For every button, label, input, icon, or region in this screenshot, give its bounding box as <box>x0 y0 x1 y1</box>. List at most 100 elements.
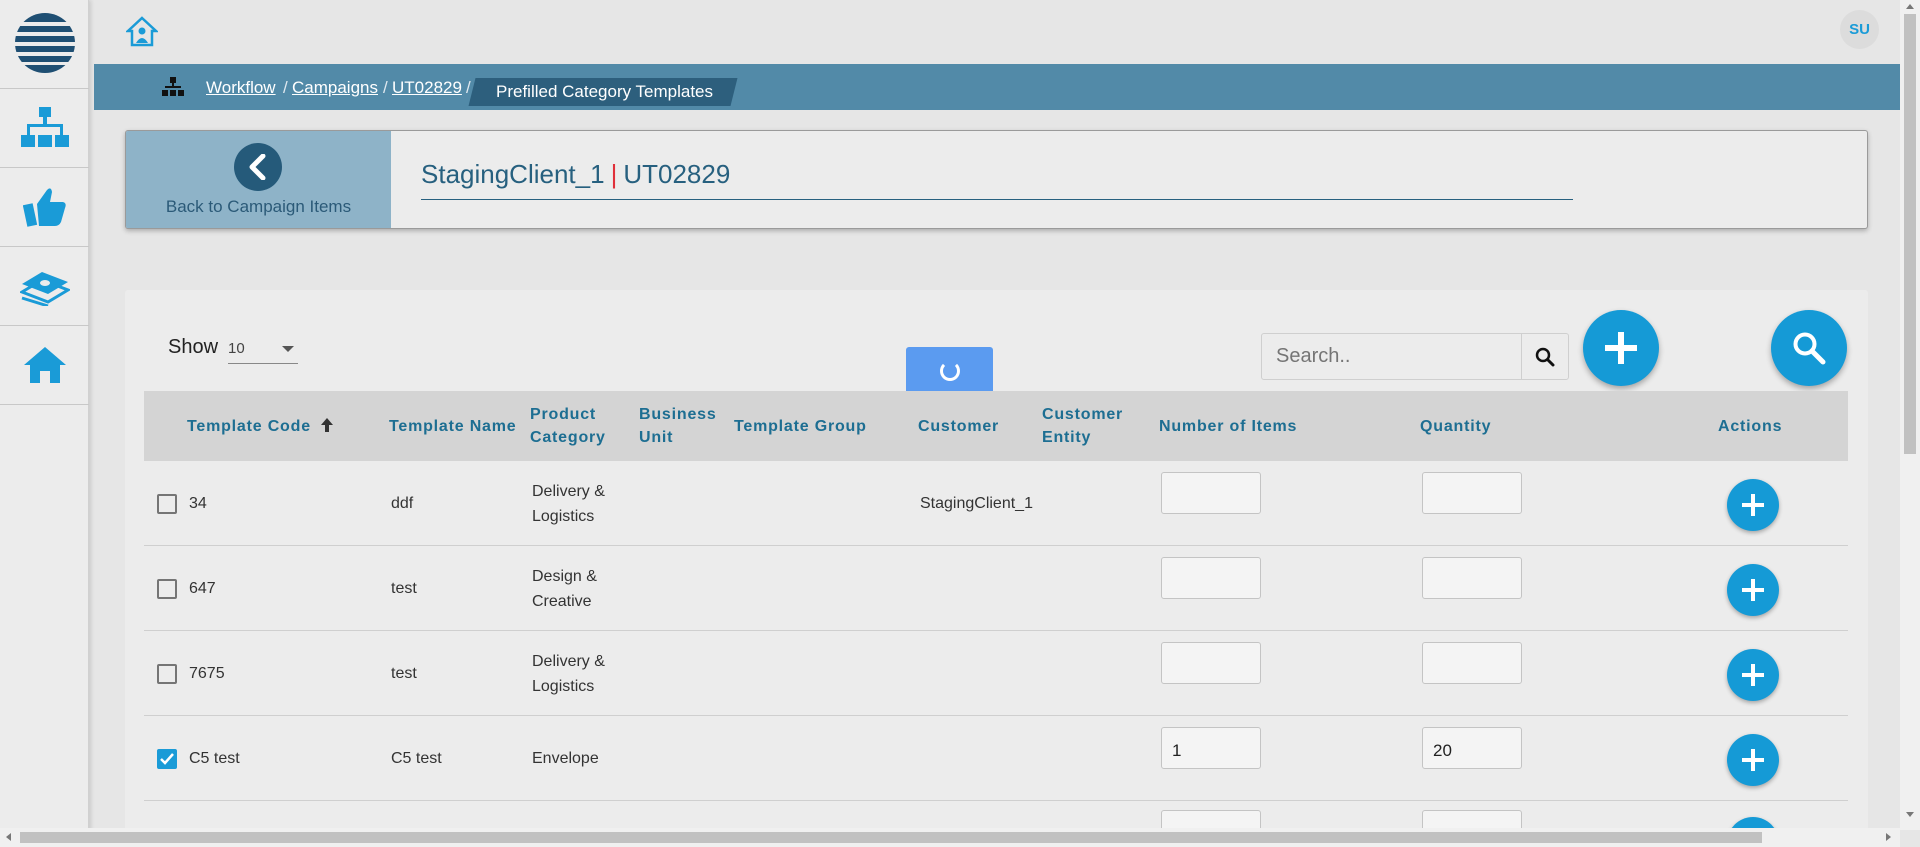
plus-icon <box>1605 332 1637 364</box>
horizontal-scroll-thumb[interactable] <box>20 832 1762 843</box>
breadcrumb-link-campaign[interactable]: UT02829 <box>392 78 462 98</box>
home-icon <box>23 347 66 383</box>
vertical-scrollbar[interactable] <box>1900 0 1920 830</box>
page-title: StagingClient_1 | UT02829 <box>421 159 730 190</box>
table-row: 7675 test Delivery & Logistics <box>144 632 1848 716</box>
search-input[interactable] <box>1261 333 1523 380</box>
quantity-input[interactable] <box>1422 642 1522 684</box>
cell-text-line: Logistics <box>532 678 595 695</box>
sidebar-divider <box>0 404 89 405</box>
column-header-template-group[interactable]: Template Group <box>734 415 867 438</box>
breadcrumb-current: Prefilled Category Templates <box>496 82 714 101</box>
cell-text-line: Envelope <box>532 750 599 767</box>
row-add-button[interactable] <box>1727 649 1779 701</box>
number-of-items-input[interactable] <box>1161 472 1261 514</box>
search-icon <box>1793 332 1826 365</box>
column-label-line: Unit <box>639 429 674 446</box>
cell-text-line: Logistics <box>532 508 595 525</box>
column-label-line: Entity <box>1042 429 1092 446</box>
cell-template-name: test <box>391 580 417 597</box>
campaign-header-card: Back to Campaign Items StagingClient_1 | U… <box>125 130 1868 229</box>
checkmark-icon <box>160 753 174 765</box>
hierarchy-icon <box>20 107 69 147</box>
back-circle <box>234 143 282 191</box>
row-add-button[interactable] <box>1727 479 1779 531</box>
column-label-line: Customer <box>1042 406 1124 423</box>
add-template-button[interactable] <box>1583 310 1659 386</box>
quantity-input[interactable] <box>1422 472 1522 514</box>
cell-product-category: Envelope <box>532 746 599 771</box>
home-shortcut-button[interactable] <box>124 14 160 50</box>
scroll-down-arrow-icon[interactable] <box>1906 812 1914 817</box>
client-name: StagingClient_1 <box>421 159 605 189</box>
scroll-up-arrow-icon[interactable] <box>1906 4 1914 9</box>
breadcrumb-link-campaigns[interactable]: Campaigns <box>292 78 378 98</box>
page-size-select[interactable]: 10 <box>228 336 298 364</box>
chevron-left-icon <box>249 154 266 180</box>
globe-logo-icon[interactable] <box>14 12 76 74</box>
breadcrumb-link-workflow[interactable]: Workflow <box>206 78 276 98</box>
row-checkbox[interactable] <box>157 579 177 599</box>
column-header-business-unit[interactable]: Business Unit <box>639 403 717 449</box>
cell-template-name: C5 test <box>391 750 442 767</box>
row-checkbox[interactable] <box>157 494 177 514</box>
table-row: C5 test C5 test Envelope 1 20 <box>144 717 1848 801</box>
row-add-button[interactable] <box>1727 734 1779 786</box>
quantity-input[interactable] <box>1422 557 1522 599</box>
column-label-line: Product <box>530 406 597 423</box>
spinner-icon <box>939 360 960 381</box>
row-checkbox[interactable] <box>157 664 177 684</box>
sidebar-item-finance[interactable] <box>0 247 89 325</box>
user-avatar[interactable]: SU <box>1840 10 1879 49</box>
back-to-campaign-items-button[interactable]: Back to Campaign Items <box>126 131 391 228</box>
search-button[interactable] <box>1521 333 1569 380</box>
column-header-product-category[interactable]: Product Category <box>530 403 606 449</box>
breadcrumb-separator: / <box>283 78 288 97</box>
sidebar-item-approvals[interactable] <box>0 168 89 246</box>
sitemap-icon <box>162 77 184 96</box>
table-header: Template Code Template Name Product Cate… <box>144 391 1848 461</box>
scroll-left-arrow-icon[interactable] <box>6 833 11 841</box>
cell-text-line: Delivery & <box>532 653 605 670</box>
plus-icon <box>1742 749 1764 771</box>
quantity-input[interactable]: 20 <box>1422 727 1522 769</box>
cell-text-line: Creative <box>532 593 592 610</box>
page-size-value: 10 <box>228 340 245 357</box>
column-header-template-code[interactable]: Template Code <box>187 415 334 438</box>
sidebar-item-workflow[interactable] <box>0 89 89 167</box>
column-header-template-name[interactable]: Template Name <box>389 415 516 438</box>
sidebar-item-home[interactable] <box>0 326 89 404</box>
column-label-line: Category <box>530 429 606 446</box>
number-of-items-input[interactable] <box>1161 642 1261 684</box>
cell-template-code: 7675 <box>189 665 225 682</box>
number-of-items-input[interactable] <box>1161 557 1261 599</box>
back-label: Back to Campaign Items <box>165 197 352 216</box>
column-header-quantity[interactable]: Quantity <box>1420 415 1491 438</box>
home-person-icon <box>126 16 158 47</box>
row-checkbox-checked[interactable] <box>157 749 177 769</box>
loading-indicator <box>906 347 993 394</box>
column-header-number-of-items[interactable]: Number of Items <box>1159 415 1297 438</box>
cell-template-code: 647 <box>189 580 216 597</box>
advanced-search-button[interactable] <box>1771 310 1847 386</box>
cell-customer: StagingClient_1 <box>920 495 1033 512</box>
money-stack-icon <box>19 272 70 306</box>
campaign-code: UT02829 <box>623 159 731 189</box>
cell-product-category: Delivery & Logistics <box>532 479 605 529</box>
breadcrumb: Workflow / Campaigns / UT02829 / Prefill… <box>94 64 1900 110</box>
plus-icon <box>1742 494 1764 516</box>
cell-template-code: C5 test <box>189 750 240 767</box>
column-header-customer[interactable]: Customer <box>918 415 999 438</box>
row-add-button[interactable] <box>1727 564 1779 616</box>
sort-ascending-icon <box>321 418 334 432</box>
column-header-actions: Actions <box>1718 418 1783 435</box>
cell-template-name: ddf <box>391 495 414 512</box>
horizontal-scrollbar[interactable] <box>0 828 1900 847</box>
cell-template-code: 34 <box>189 495 207 512</box>
vertical-scroll-thumb[interactable] <box>1904 14 1916 454</box>
column-header-customer-entity[interactable]: Customer Entity <box>1042 403 1123 449</box>
number-of-items-input[interactable]: 1 <box>1161 727 1261 769</box>
show-label: Show <box>168 336 219 358</box>
plus-icon <box>1742 579 1764 601</box>
scroll-right-arrow-icon[interactable] <box>1886 833 1891 841</box>
